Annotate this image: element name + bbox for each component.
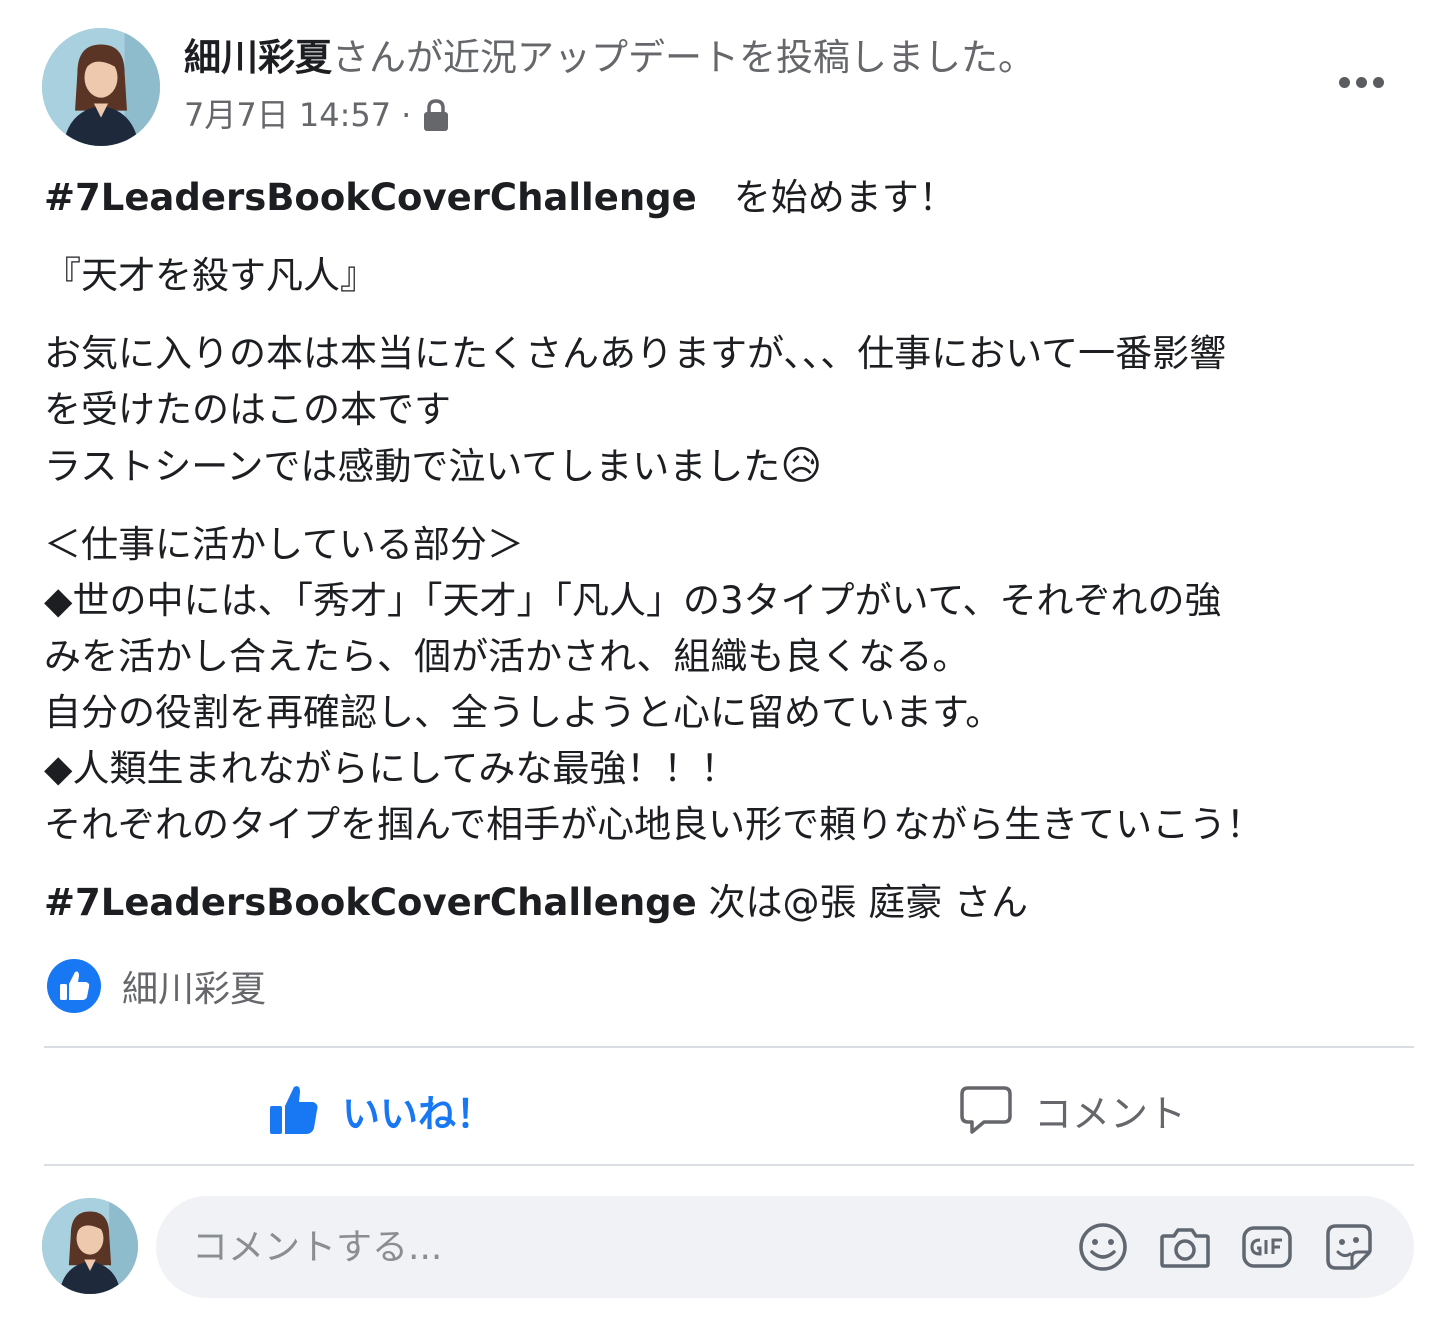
- sticker-icon[interactable]: [1322, 1220, 1376, 1274]
- intro-line: #7LeadersBookCoverChallenge を始めます！: [44, 170, 1424, 226]
- author-name-link[interactable]: 細川彩夏: [184, 36, 332, 79]
- paragraph-line: を受けたのはこの本です: [44, 388, 451, 431]
- gif-icon[interactable]: [1240, 1220, 1294, 1274]
- comment-input[interactable]: [192, 1196, 1052, 1298]
- intro-text: を始めます！: [696, 176, 956, 219]
- comment-button[interactable]: コメント: [958, 1070, 1186, 1150]
- comment-label: コメント: [1034, 1091, 1187, 1136]
- more-dot: [1338, 76, 1350, 88]
- post-meta: 7月7日 14:57 ·: [184, 92, 451, 138]
- divider: [44, 1164, 1414, 1166]
- author-avatar[interactable]: [42, 28, 160, 146]
- camera-icon[interactable]: [1158, 1220, 1212, 1274]
- post-content: #7LeadersBookCoverChallenge を始めます！ 『天才を殺…: [44, 170, 1424, 931]
- post-timestamp[interactable]: 7月7日 14:57: [184, 92, 391, 138]
- current-user-avatar[interactable]: [42, 1198, 138, 1294]
- more-dot: [1372, 76, 1384, 88]
- hashtag-link[interactable]: #7LeadersBookCoverChallenge: [44, 176, 697, 219]
- mention-link[interactable]: @張 庭豪: [783, 881, 943, 924]
- thumbs-up-icon: [270, 1086, 318, 1134]
- divider: [44, 1046, 1414, 1048]
- outro-line: #7LeadersBookCoverChallenge 次は@張 庭豪 さん: [44, 875, 1424, 931]
- more-dot: [1355, 76, 1367, 88]
- paragraph-line: 自分の役割を再確認し、全うしようと心に留めています。: [44, 691, 1003, 734]
- outro-text: 次は: [696, 881, 783, 924]
- paragraph-line: ラストシーンでは感動で泣いてしまいました😥: [44, 438, 1424, 495]
- post-action-text: さんが近況アップデートを投稿しました。: [332, 36, 1035, 79]
- meta-separator: ·: [401, 96, 412, 134]
- paragraph-text: ラストシーンでは感動で泣いてしまいました: [44, 445, 781, 488]
- lock-icon[interactable]: [421, 97, 451, 133]
- post-header: 細川彩夏さんが近況アップデートを投稿しました。: [184, 30, 1035, 86]
- like-reaction-icon: [47, 959, 101, 1013]
- paragraph-line: それぞれのタイプを掴んで相手が心地良い形で頼りながら生きていこう！: [44, 803, 1264, 846]
- more-options-icon[interactable]: [1326, 62, 1396, 102]
- comment-composer: [156, 1196, 1414, 1298]
- paragraph-line: ◆人類生まれながらにしてみな最強！！！: [44, 747, 738, 790]
- book-title: 『天才を殺す凡人』: [44, 254, 377, 297]
- reaction-names: 細川彩夏: [122, 969, 267, 1010]
- paragraph-line: お気に入りの本は本当にたくさんありますが、、、仕事において一番影響: [44, 332, 1227, 375]
- crying-face-emoji: 😥: [780, 443, 823, 489]
- like-button[interactable]: いいね！: [266, 1070, 494, 1150]
- comment-bubble-icon: [960, 1086, 1012, 1134]
- reactions-summary[interactable]: 細川彩夏: [46, 958, 266, 1014]
- paragraph-line: ◆世の中には、「秀才」「天才」「凡人」の3タイプがいて、それぞれの強: [44, 579, 1222, 622]
- outro-suffix: さん: [942, 881, 1029, 924]
- like-label: いいね！: [342, 1091, 495, 1136]
- section-heading: ＜仕事に活かしている部分＞: [44, 523, 524, 566]
- paragraph-line: みを活かし合えたら、個が活かされ、組織も良くなる。: [44, 635, 970, 678]
- hashtag-link[interactable]: #7LeadersBookCoverChallenge: [44, 881, 697, 924]
- emoji-icon[interactable]: [1076, 1220, 1130, 1274]
